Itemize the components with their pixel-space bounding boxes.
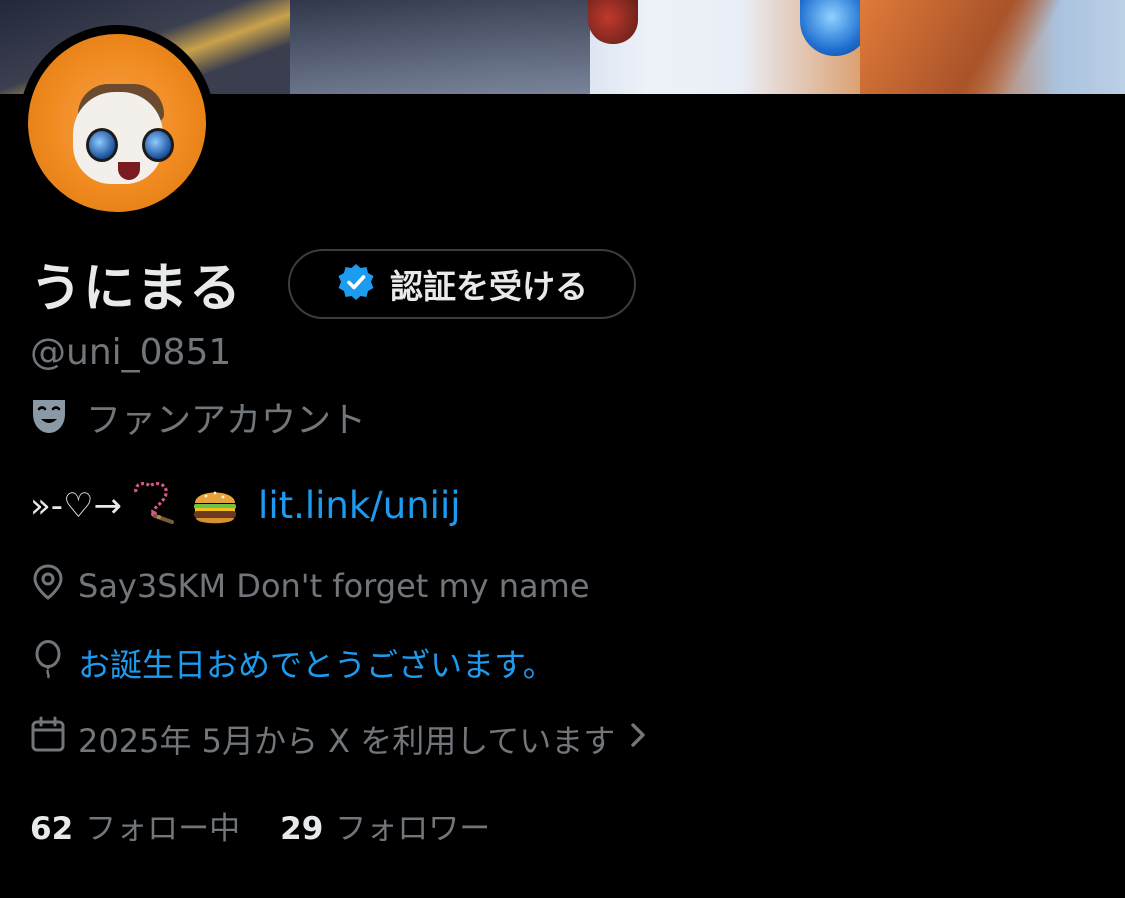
rosary-icon	[128, 478, 178, 533]
avatar-art-eye-right	[142, 128, 174, 162]
following-label: フォロー中	[85, 811, 241, 847]
birthday-text[interactable]: お誕生日おめでとうございます。	[78, 640, 555, 686]
followers-count: 29	[280, 811, 324, 847]
avatar[interactable]	[28, 34, 206, 212]
bio-text: »-♡→	[30, 485, 123, 526]
following-link[interactable]: 62 フォロー中	[30, 803, 240, 848]
location-text: Say3SKM Don't forget my name	[78, 567, 590, 605]
hamburger-emoji-icon	[190, 483, 240, 529]
display-name: うにまる	[30, 259, 243, 319]
profile-birthday: お誕生日おめでとうございます。	[30, 639, 555, 687]
banner-art-hair	[860, 0, 1060, 94]
profile-joined[interactable]: 2025年 5月から X を利用しています	[30, 716, 649, 762]
get-verified-button[interactable]: 認証を受ける	[288, 249, 636, 319]
calendar-icon	[30, 716, 66, 762]
chevron-right-icon	[627, 720, 649, 758]
location-pin-icon	[30, 563, 66, 609]
profile-category: ファンアカウント	[30, 392, 366, 443]
get-verified-label: 認証を受ける	[390, 267, 588, 306]
category-text: ファンアカウント	[86, 401, 367, 441]
followers-link[interactable]: 29 フォロワー	[280, 803, 490, 848]
followers-label: フォロワー	[335, 811, 491, 847]
profile-location: Say3SKM Don't forget my name	[30, 563, 590, 609]
avatar-art-eye-left	[86, 128, 118, 162]
profile-bio: »-♡→ lit.link/uniij	[30, 478, 461, 533]
display-name-row: うにまる	[30, 246, 242, 321]
joined-text: 2025年 5月から X を利用しています	[78, 722, 616, 760]
balloon-icon	[30, 639, 66, 687]
banner-art-eye-red	[588, 0, 638, 44]
banner-art-middle	[290, 0, 590, 94]
verified-badge-icon	[336, 262, 376, 306]
follow-stats: 62 フォロー中 29 フォロワー	[30, 803, 490, 848]
theater-masks-icon	[30, 396, 68, 440]
user-handle: @uni_0851	[30, 332, 232, 373]
bio-link[interactable]: lit.link/uniij	[258, 484, 460, 527]
following-count: 62	[30, 811, 74, 847]
